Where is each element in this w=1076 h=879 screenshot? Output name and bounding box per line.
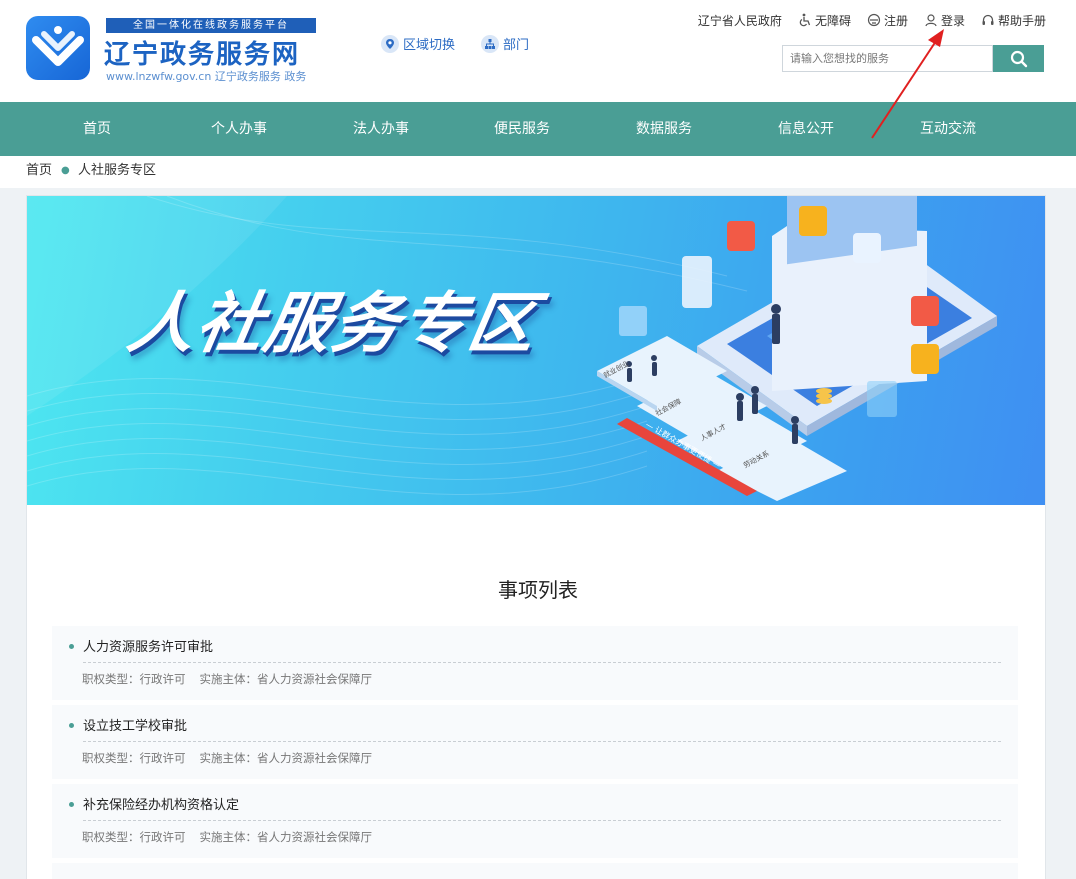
region-switch-link[interactable]: 区域切换 <box>381 34 455 53</box>
top-links: 辽宁省人民政府 无障碍 注册 登录 帮助手册 <box>682 10 1046 30</box>
meta-type-label: 职权类型： <box>82 672 140 686</box>
department-icon <box>481 34 499 53</box>
accessible-link-label: 无障碍 <box>814 13 851 28</box>
list-item[interactable]: 人力资源服务许可审批 职权类型：行政许可 实施主体：省人力资源社会保障厅 <box>52 626 1018 700</box>
help-link-label: 帮助手册 <box>997 13 1046 28</box>
item-name[interactable]: 人力资源服务许可审批 <box>83 636 213 655</box>
user-icon <box>925 14 937 27</box>
list-item-partial[interactable] <box>52 863 1018 879</box>
list-bullet <box>69 644 74 649</box>
nav-item-disclosure[interactable]: 信息公开 <box>756 102 856 156</box>
login-link-label: 登录 <box>940 13 965 28</box>
item-divider <box>83 662 1001 663</box>
location-icon <box>381 34 399 53</box>
breadcrumb: 首页 ● 人社服务专区 <box>0 156 1076 188</box>
meta-type-value: 行政许可 <box>139 672 186 686</box>
nav-item-convenience[interactable]: 便民服务 <box>472 102 572 156</box>
site-logo-icon[interactable] <box>26 16 90 80</box>
breadcrumb-home[interactable]: 首页 <box>26 156 52 186</box>
department-label: 部门 <box>503 38 530 53</box>
logo-url: www.lnzwfw.gov.cn 辽宁政务服务 政务 <box>106 70 307 83</box>
nav-item-home[interactable]: 首页 <box>47 102 147 156</box>
meta-type-value: 行政许可 <box>139 751 186 765</box>
list-bullet <box>69 723 74 728</box>
department-link[interactable]: 部门 <box>481 34 529 53</box>
register-link[interactable]: 注册 <box>867 12 908 29</box>
nav-item-corporate[interactable]: 法人办事 <box>331 102 431 156</box>
list-bullet <box>69 802 74 807</box>
item-meta: 职权类型：行政许可 实施主体：省人力资源社会保障厅 <box>82 750 372 766</box>
meta-body-label: 实施主体： <box>199 672 258 686</box>
meta-body-label: 实施主体： <box>199 751 258 765</box>
accessible-link[interactable]: 无障碍 <box>798 12 851 29</box>
nav-item-data[interactable]: 数据服务 <box>614 102 714 156</box>
nav-item-interaction[interactable]: 互动交流 <box>898 102 998 156</box>
item-name[interactable]: 设立技工学校审批 <box>83 715 187 734</box>
site-header: 全国一体化在线政务服务平台 辽宁政务服务网 www.lnzwfw.gov.cn … <box>0 0 1076 102</box>
headset-icon <box>982 14 994 25</box>
help-link[interactable]: 帮助手册 <box>981 12 1046 29</box>
logo-tagline: 全国一体化在线政务服务平台 <box>106 18 316 33</box>
gov-link[interactable]: 辽宁省人民政府 <box>698 12 782 29</box>
region-switch-label: 区域切换 <box>403 38 456 53</box>
register-icon <box>867 13 881 27</box>
list-item[interactable]: 补充保险经办机构资格认定 职权类型：行政许可 实施主体：省人力资源社会保障厅 <box>52 784 1018 858</box>
breadcrumb-separator: ● <box>61 165 70 176</box>
meta-body-value: 省人力资源社会保障厅 <box>257 830 372 844</box>
item-name[interactable]: 补充保险经办机构资格认定 <box>83 794 239 813</box>
nav-item-personal[interactable]: 个人办事 <box>189 102 289 156</box>
breadcrumb-current: 人社服务专区 <box>78 163 157 178</box>
meta-type-value: 行政许可 <box>139 830 186 844</box>
meta-body-label: 实施主体： <box>199 830 258 844</box>
item-divider <box>83 820 1001 821</box>
meta-body-value: 省人力资源社会保障厅 <box>257 672 372 686</box>
search-icon <box>1010 50 1027 67</box>
gov-link-label: 辽宁省人民政府 <box>697 13 782 28</box>
accessible-icon <box>799 13 811 27</box>
list-item[interactable]: 设立技工学校审批 职权类型：行政许可 实施主体：省人力资源社会保障厅 <box>52 705 1018 779</box>
item-divider <box>83 741 1001 742</box>
item-meta: 职权类型：行政许可 实施主体：省人力资源社会保障厅 <box>82 829 372 845</box>
item-list-title: 事项列表 <box>498 578 578 602</box>
login-link[interactable]: 登录 <box>924 12 965 29</box>
logo-title[interactable]: 辽宁政务服务网 <box>104 34 300 71</box>
meta-type-label: 职权类型： <box>82 751 140 765</box>
meta-body-value: 省人力资源社会保障厅 <box>257 751 372 765</box>
search-input[interactable] <box>782 45 993 72</box>
main-nav: 首页 个人办事 法人办事 便民服务 数据服务 信息公开 互动交流 <box>0 102 1076 156</box>
register-link-label: 注册 <box>883 13 908 28</box>
meta-type-label: 职权类型： <box>82 830 140 844</box>
search-button[interactable] <box>993 45 1044 72</box>
item-meta: 职权类型：行政许可 实施主体：省人力资源社会保障厅 <box>82 671 372 687</box>
banner-title: 人社服务专区 <box>122 285 544 362</box>
